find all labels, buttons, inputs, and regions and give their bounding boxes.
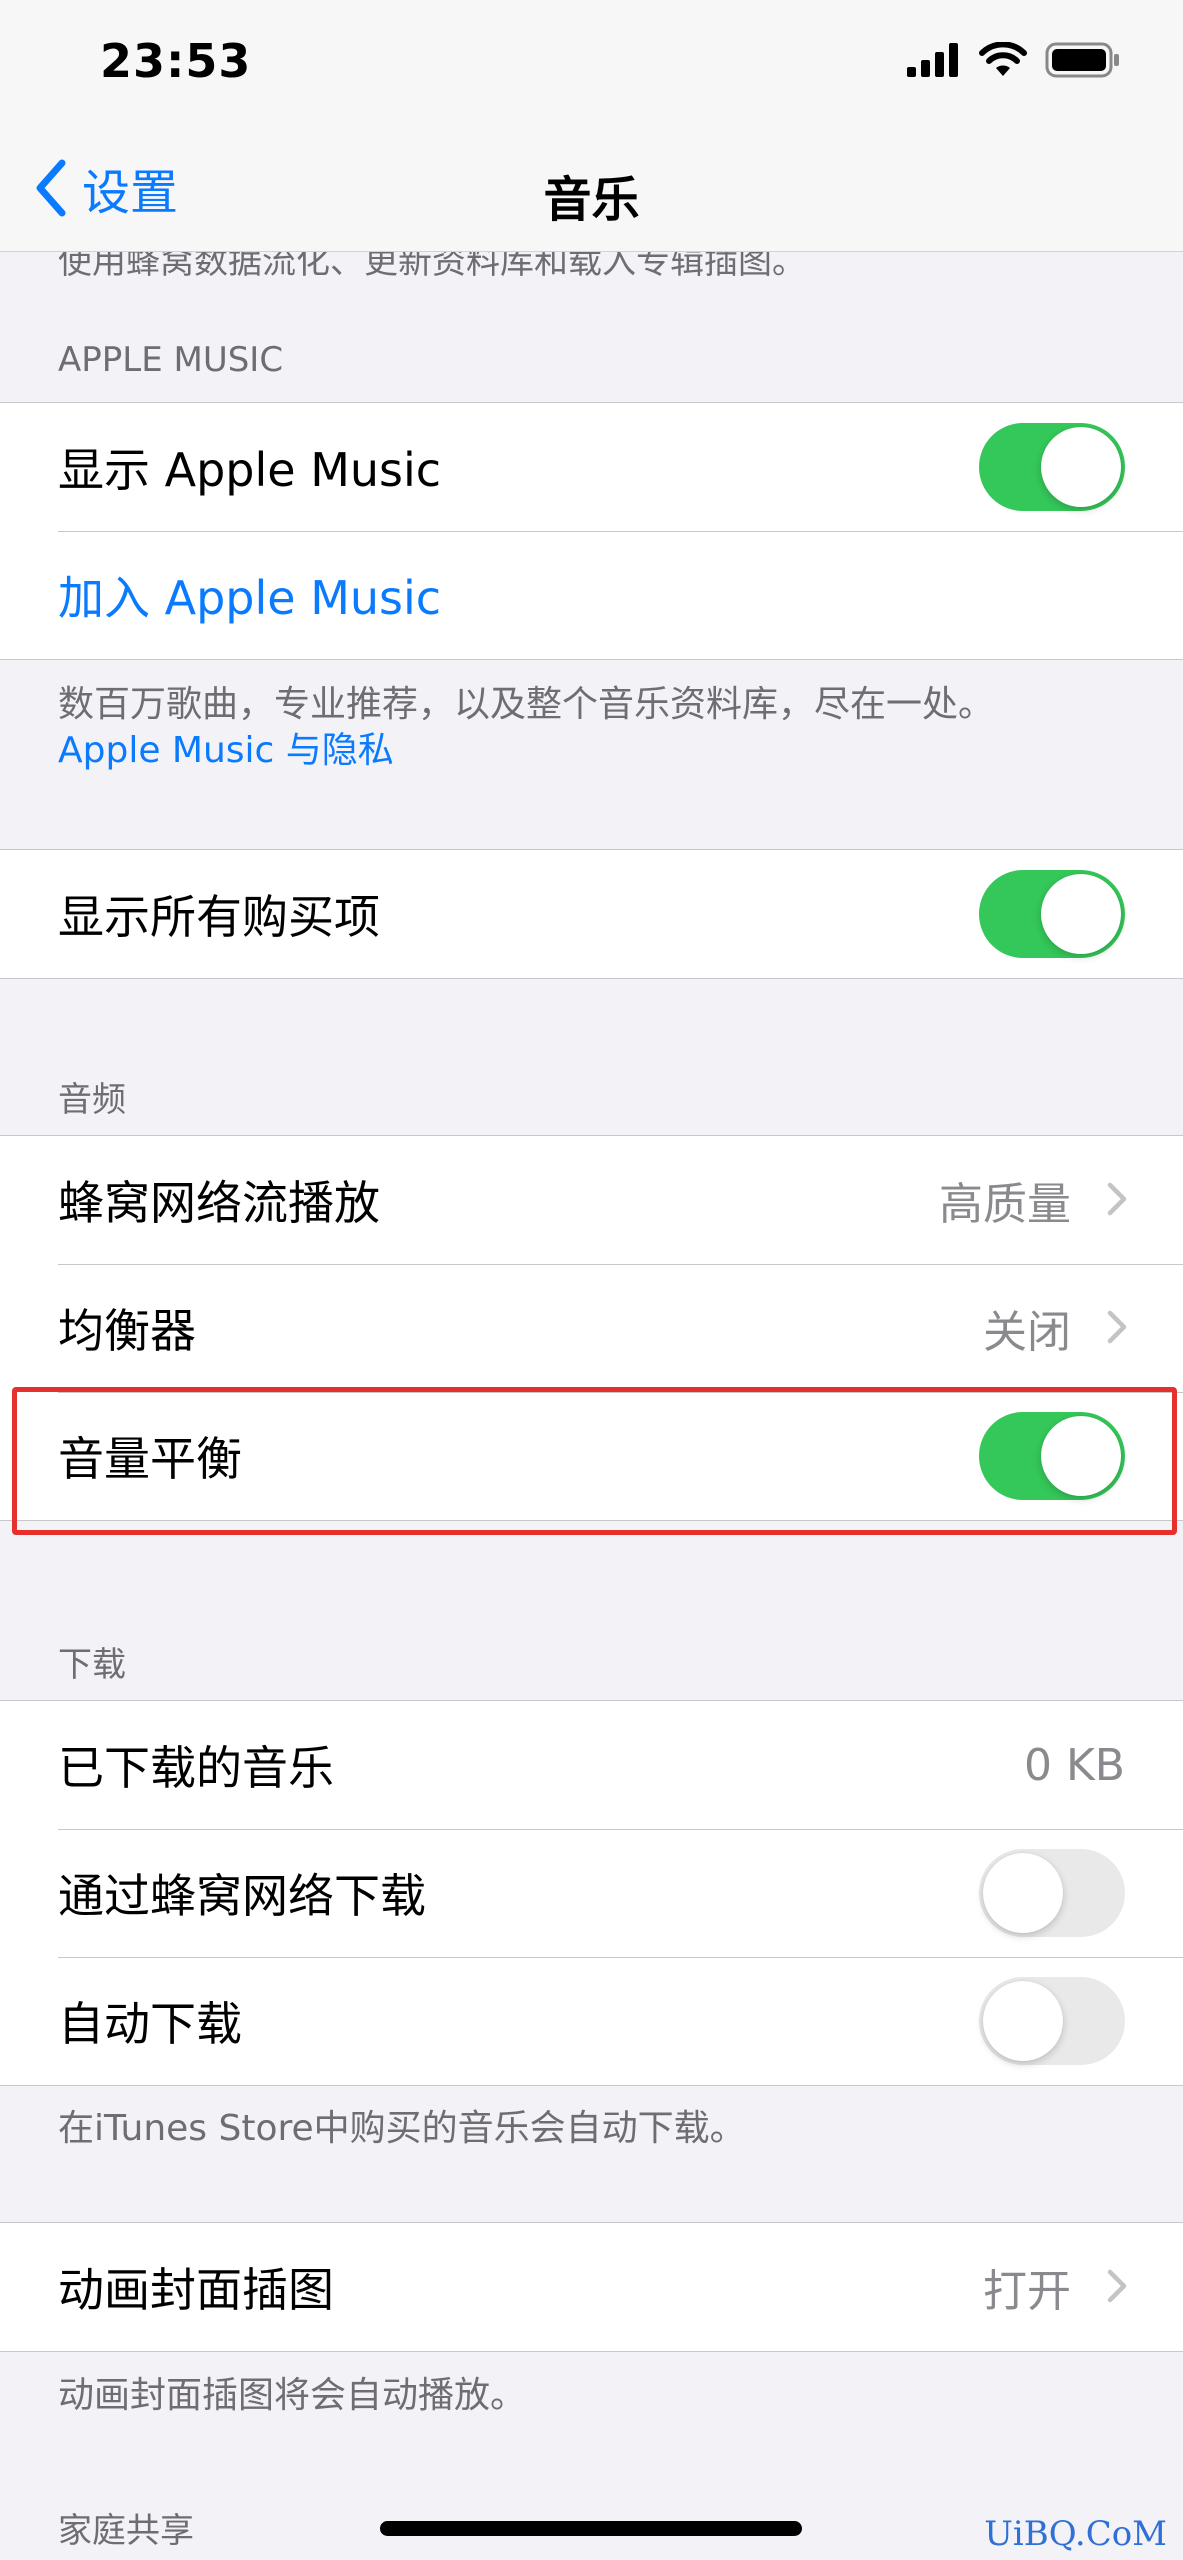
toggle-knob: [983, 1853, 1063, 1933]
sound-check-toggle[interactable]: [979, 1412, 1125, 1500]
show-apple-music-label: 显示 Apple Music: [58, 443, 442, 497]
auto-download-row: 自动下载: [0, 1957, 1183, 2085]
downloaded-music-label: 已下载的音乐: [58, 1741, 334, 1795]
apple-music-footer-text: 数百万歌曲，专业推荐，以及整个音乐资料库，尽在一处。: [58, 684, 995, 725]
signal-icon: [907, 43, 961, 77]
page-title: 音乐: [543, 172, 640, 228]
show-all-purchases-toggle[interactable]: [979, 870, 1125, 958]
downloaded-music-size: 0 KB: [1023, 1739, 1125, 1791]
join-apple-music-row[interactable]: 加入 Apple Music: [0, 531, 1183, 659]
show-apple-music-toggle[interactable]: [979, 423, 1125, 511]
apple-music-group: 显示 Apple Music 加入 Apple Music: [0, 402, 1183, 660]
cellular-streaming-row[interactable]: 蜂窝网络流播放 高质量: [0, 1136, 1183, 1264]
chevron-right-icon: [1107, 1182, 1127, 1216]
apple-music-section-header: APPLE MUSIC: [58, 340, 284, 380]
toggle-knob: [1041, 1416, 1121, 1496]
screen: 23:53 设置 音乐 使用蜂窝数据流化、更新资料库和载入专辑插图。 APPLE…: [0, 0, 1183, 2560]
downloads-section-header: 下载: [58, 1645, 126, 1685]
toggle-knob: [983, 1981, 1063, 2061]
toggle-knob: [1041, 874, 1121, 954]
status-time: 23:53: [100, 34, 252, 88]
audio-group: 蜂窝网络流播放 高质量 均衡器 关闭 音量平衡: [0, 1135, 1183, 1521]
status-bar: 23:53: [0, 0, 1183, 130]
chevron-right-icon: [1107, 2269, 1127, 2303]
animated-art-footer: 动画封面插图将会自动播放。: [58, 2375, 527, 2416]
battery-icon: [1045, 42, 1121, 78]
equalizer-value: 关闭: [983, 1307, 1071, 1358]
sound-check-label: 音量平衡: [58, 1432, 242, 1486]
family-sharing-section-header: 家庭共享: [58, 2511, 194, 2551]
animated-art-value: 打开: [983, 2266, 1071, 2317]
equalizer-label: 均衡器: [58, 1304, 196, 1358]
animated-art-label: 动画封面插图: [58, 2263, 334, 2317]
show-all-purchases-label: 显示所有购买项: [58, 890, 380, 944]
equalizer-row[interactable]: 均衡器 关闭: [0, 1264, 1183, 1392]
cellular-streaming-label: 蜂窝网络流播放: [58, 1176, 380, 1230]
apple-music-privacy-link[interactable]: Apple Music 与隐私: [58, 728, 1123, 774]
downloads-footer: 在iTunes Store中购买的音乐会自动下载。: [58, 2108, 746, 2149]
animated-art-group: 动画封面插图 打开: [0, 2222, 1183, 2352]
sound-check-row: 音量平衡: [0, 1392, 1183, 1520]
downloaded-music-row[interactable]: 已下载的音乐 0 KB: [0, 1701, 1183, 1829]
downloads-group: 已下载的音乐 0 KB 通过蜂窝网络下载 自动下载: [0, 1700, 1183, 2086]
animated-art-row[interactable]: 动画封面插图 打开: [0, 2223, 1183, 2351]
audio-section-header: 音频: [58, 1080, 126, 1120]
chevron-right-icon: [1107, 1310, 1127, 1344]
auto-download-label: 自动下载: [58, 1997, 242, 2051]
auto-download-toggle[interactable]: [979, 1977, 1125, 2065]
watermark: UiBQ.CoM: [984, 2514, 1167, 2554]
show-all-purchases-row: 显示所有购买项: [0, 850, 1183, 978]
status-icons: [907, 40, 1121, 80]
wifi-icon: [979, 42, 1027, 78]
navigation-bar: 设置 音乐: [0, 130, 1183, 252]
cellular-download-label: 通过蜂窝网络下载: [58, 1869, 426, 1923]
cellular-download-toggle[interactable]: [979, 1849, 1125, 1937]
cellular-streaming-value: 高质量: [939, 1179, 1071, 1230]
home-indicator[interactable]: [380, 2521, 802, 2536]
show-apple-music-row: 显示 Apple Music: [0, 403, 1183, 531]
purchases-group: 显示所有购买项: [0, 849, 1183, 979]
toggle-knob: [1041, 427, 1121, 507]
cellular-download-row: 通过蜂窝网络下载: [0, 1829, 1183, 1957]
join-apple-music-link[interactable]: 加入 Apple Music: [58, 562, 441, 628]
apple-music-footer: 数百万歌曲，专业推荐，以及整个音乐资料库，尽在一处。 Apple Music 与…: [58, 682, 1123, 774]
